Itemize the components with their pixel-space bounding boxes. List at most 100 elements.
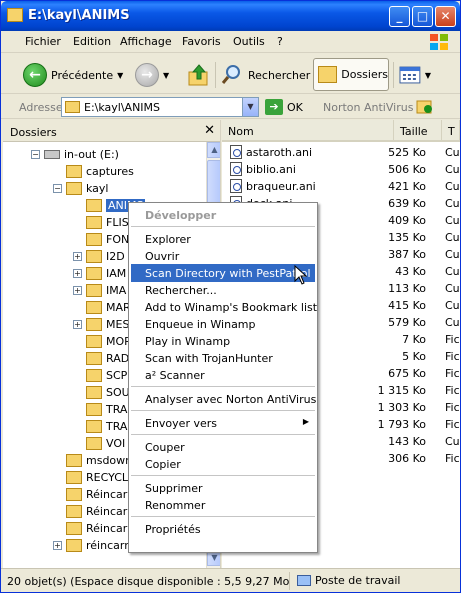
file-row[interactable]: braqueur.ani 421 Ko Cu [222,178,460,195]
menu-bar: Fichier Edition Affichage Favoris Outils… [1,31,460,53]
submenu-arrow-icon: ▶ [302,417,309,426]
tree-item-label: IAM [106,267,127,280]
file-name-cell: astaroth.ani [230,145,312,159]
tree-item[interactable]: + MES [73,316,129,333]
norton-toolbar-label[interactable]: Norton AntiVirus [323,101,413,114]
go-button[interactable]: ➔ OK [265,99,303,115]
forward-arrow-icon: → [135,63,159,87]
menu-favoris[interactable]: Favoris [182,35,221,48]
context-menu-item[interactable]: a² Scanner [131,366,315,384]
context-menu-item[interactable]: Rechercher... [131,281,315,299]
context-menu-item[interactable]: Scan with TrojanHunter [131,349,315,367]
context-menu-item[interactable]: Analyser avec Norton AntiVirus [131,390,316,408]
context-menu-item[interactable]: Copier [131,455,315,473]
tree-item[interactable]: VOI [73,435,125,452]
file-row[interactable]: astaroth.ani 525 Ko Cu [222,144,460,161]
menu-help[interactable]: ? [277,35,283,48]
chevron-down-icon[interactable]: ▼ [117,71,123,80]
file-row[interactable]: biblio.ani 506 Ko Cu [222,161,460,178]
context-menu-item[interactable]: Supprimer [131,479,315,497]
chevron-down-icon[interactable]: ▼ [163,71,169,80]
context-menu-item[interactable]: Scan Directory with PestPatrol [131,264,315,282]
folders-button[interactable]: Dossiers [313,58,389,91]
tree-item[interactable]: + IAM [73,265,126,282]
expand-icon[interactable]: + [73,269,82,278]
collapse-icon[interactable]: − [31,150,40,159]
tree-item[interactable]: + I2D [73,248,125,265]
tree-item[interactable]: captures [53,163,134,180]
context-menu-item[interactable]: Play in Winamp [131,332,315,350]
tree-item[interactable]: Réincarn [53,520,134,537]
menu-fichier[interactable]: Fichier [25,35,61,48]
tree-item-label: RAD [106,352,130,365]
tree-item[interactable]: FLIS [73,214,129,231]
norton-icon[interactable] [416,99,434,115]
close-icon[interactable]: ✕ [204,123,215,138]
tree-item[interactable]: MAR [73,299,131,316]
address-value: E:\kayl\ANIMS [84,100,161,114]
context-menu-item-label: Ouvrir [145,250,180,263]
tree-item[interactable]: MOR [73,333,132,350]
menu-edition[interactable]: Edition [73,35,111,48]
column-header-type[interactable]: T [442,120,460,142]
tree-item[interactable]: msdown [53,452,132,469]
tree-item[interactable]: TRA [73,418,127,435]
menu-separator [131,410,315,411]
file-size: 306 Ko [388,452,426,465]
tree-item[interactable]: + IMA [73,282,126,299]
expand-icon[interactable]: + [73,252,82,261]
back-button[interactable]: ← Précédente ▼ [23,62,123,88]
context-menu-item-label: Développer [145,209,217,222]
tree-item[interactable]: SOU [73,384,130,401]
address-input[interactable]: E:\kayl\ANIMS ▼ [61,97,259,117]
tree-item[interactable]: SCP [73,367,127,384]
context-menu-item[interactable]: Enqueue in Winamp [131,315,315,333]
folder-icon [86,437,102,450]
tree-item[interactable]: TRA [73,401,127,418]
file-size: 5 Ko [402,350,426,363]
context-menu-item[interactable]: Propriétés [131,520,315,538]
folder-icon [66,539,82,552]
tree-item[interactable]: + réincarn [53,537,131,554]
context-menu-item[interactable]: Couper [131,438,315,456]
title-bar[interactable]: E:\kayl\ANIMS _ □ ✕ [1,1,460,31]
context-menu-item[interactable]: Renommer [131,496,315,514]
menu-separator [131,386,315,387]
context-menu-item[interactable]: Ouvrir [131,247,315,265]
tree-item[interactable]: FON [73,231,129,248]
tree-item[interactable]: Réincarn [53,503,134,520]
minimize-button[interactable]: _ [389,6,410,27]
expand-icon[interactable]: + [73,320,82,329]
maximize-button[interactable]: □ [412,6,433,27]
tree-item-label: MES [106,318,130,331]
tree-item-label: FLIS [106,216,129,229]
collapse-icon[interactable]: − [53,184,62,193]
tree-item[interactable]: RECYCL [53,469,128,486]
context-menu-item[interactable]: Add to Winamp's Bookmark list [131,298,317,316]
tree-item[interactable]: Réincarn [53,486,134,503]
views-button[interactable]: ▼ [399,64,431,86]
file-type: Fic [445,384,460,397]
file-size: 143 Ko [388,435,426,448]
chevron-down-icon[interactable]: ▼ [425,71,431,80]
context-menu-item[interactable]: Explorer [131,230,315,248]
column-header-name[interactable]: Nom [222,120,394,142]
expand-icon[interactable]: + [53,541,62,550]
scroll-up-icon[interactable]: ▲ [207,142,220,158]
tree-item[interactable]: − kayl [53,180,108,197]
chevron-down-icon[interactable]: ▼ [242,98,258,116]
tree-item[interactable]: − in-out (E:) [31,146,119,163]
menu-outils[interactable]: Outils [233,35,265,48]
context-menu-item[interactable]: Envoyer vers ▶ [131,414,315,432]
menu-affichage[interactable]: Affichage [120,35,172,48]
expand-icon[interactable]: + [73,286,82,295]
up-folder-button[interactable] [187,62,211,88]
context-menu-item-label: Renommer [145,499,206,512]
search-button[interactable]: Rechercher [220,62,310,88]
animated-cursor-file-icon [230,162,242,176]
tree-item[interactable]: RAD [73,350,129,367]
tree-item-label: IMA [106,284,127,297]
close-button[interactable]: ✕ [435,6,456,27]
forward-button[interactable]: → ▼ [135,62,169,88]
column-header-size[interactable]: Taille [394,120,442,142]
